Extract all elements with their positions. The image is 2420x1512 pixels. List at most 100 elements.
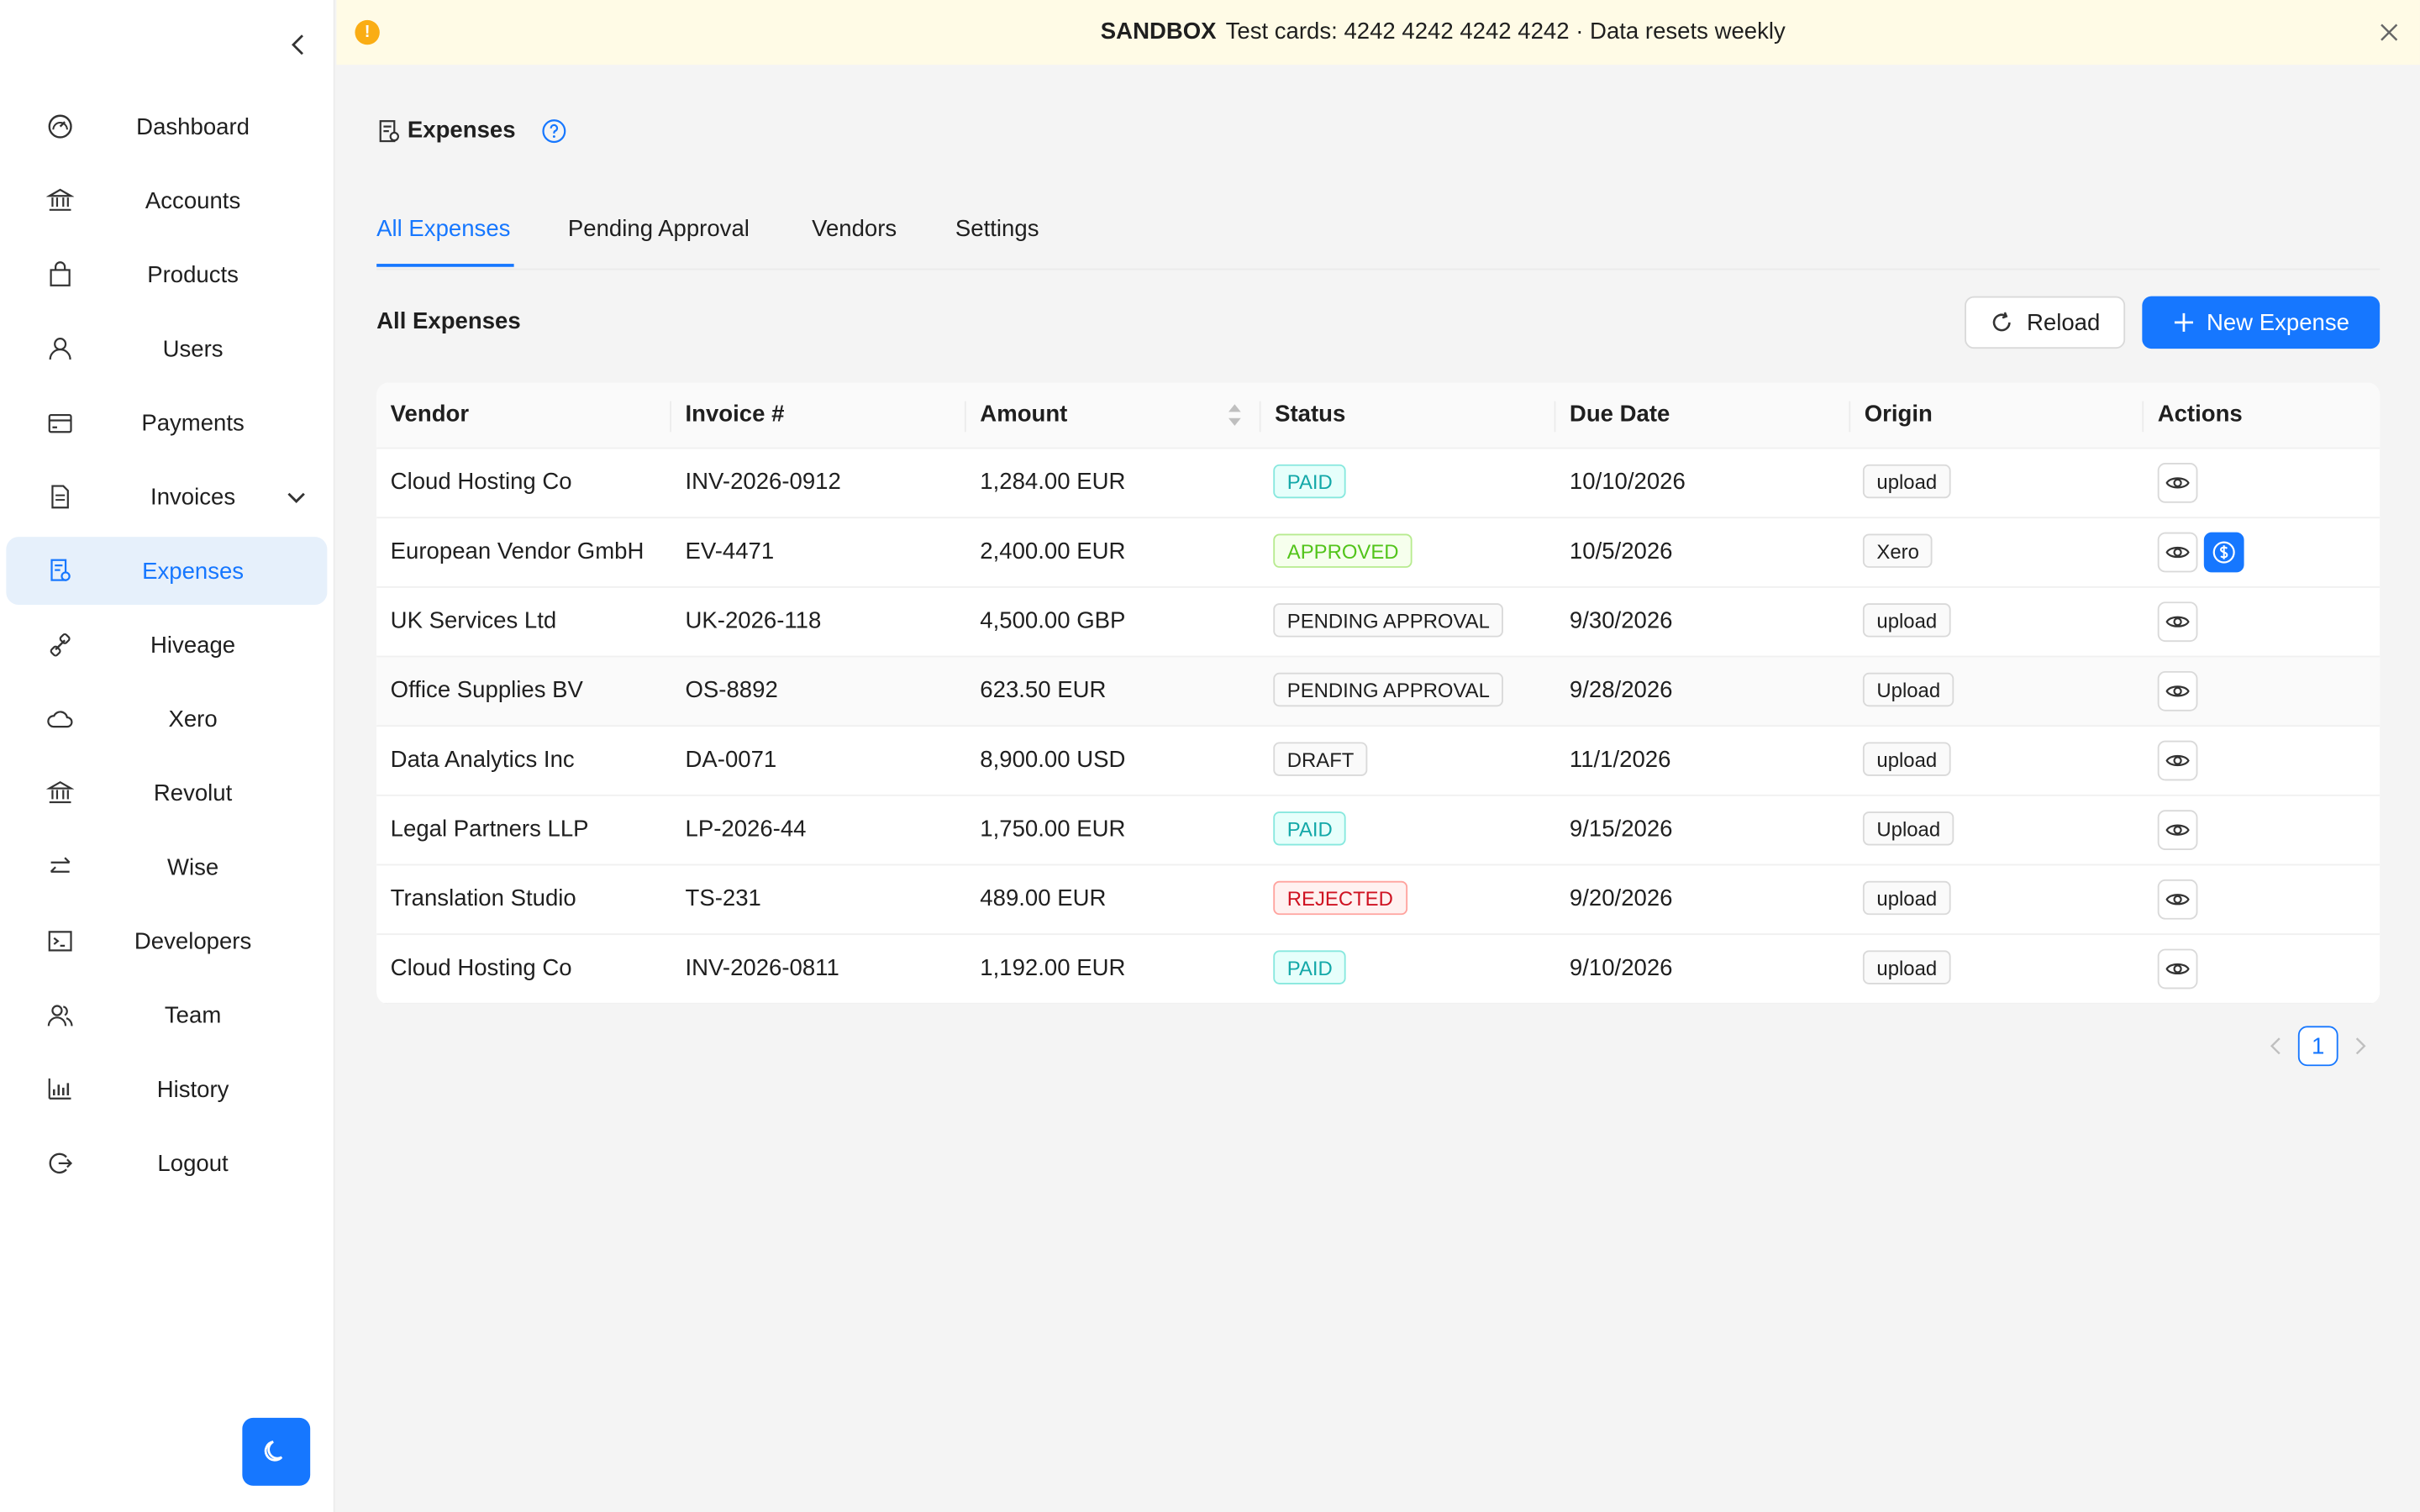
chevron-left-icon xyxy=(292,34,303,55)
credit-card-icon xyxy=(46,409,74,437)
column-separator xyxy=(1259,401,1261,433)
sidebar-item-team[interactable]: Team xyxy=(6,981,327,1049)
document-icon xyxy=(46,483,74,511)
due-date-cell: 9/15/2026 xyxy=(1569,816,1673,843)
page-number[interactable]: 1 xyxy=(2297,1026,2338,1067)
sidebar-item-label: Payments xyxy=(141,409,245,436)
eye-icon xyxy=(2165,546,2190,559)
status-badge: PAID xyxy=(1273,950,1347,984)
sidebar-item-accounts[interactable]: Accounts xyxy=(6,166,327,234)
receipt-icon xyxy=(379,119,399,142)
column-separator xyxy=(670,401,671,433)
sidebar-item-label: Products xyxy=(147,261,239,288)
tab-pending-approval[interactable]: Pending Approval xyxy=(568,216,750,242)
new-expense-button[interactable]: New Expense xyxy=(2142,296,2381,349)
sidebar-item-payments[interactable]: Payments xyxy=(6,389,327,457)
table-row: Office Supplies BV OS-8892 623.50 EUR PENDI… xyxy=(376,657,2381,727)
banner-message: SANDBOX Test cards: 4242 4242 4242 4242 ·… xyxy=(336,18,2420,45)
code-icon xyxy=(46,927,74,955)
bar-chart-icon xyxy=(46,1075,74,1103)
swap-icon xyxy=(46,853,74,881)
origin-tag: Upload xyxy=(1862,672,1954,707)
sidebar-item-label: Revolut xyxy=(153,780,233,806)
banner-text: Test cards: 4242 4242 4242 4242 · Data r… xyxy=(1225,18,1786,45)
view-button[interactable] xyxy=(2157,879,2198,920)
sidebar-item-wise[interactable]: Wise xyxy=(6,833,327,901)
due-date-cell: 11/1/2026 xyxy=(1569,746,1671,774)
team-icon xyxy=(46,1001,74,1029)
column-header-vendor: Vendor xyxy=(390,401,470,428)
sidebar-item-label: Wise xyxy=(166,853,219,880)
sidebar-item-revolut[interactable]: Revolut xyxy=(6,759,327,827)
status-badge: DRAFT xyxy=(1273,742,1368,776)
collapse-sidebar-button[interactable] xyxy=(281,28,314,61)
next-page-icon[interactable] xyxy=(2349,1034,2370,1058)
amount-cell: 1,284.00 EUR xyxy=(980,469,1126,496)
sidebar-item-hiveage[interactable]: Hiveage xyxy=(6,611,327,679)
view-button[interactable] xyxy=(2157,670,2198,711)
sidebar-item-label: History xyxy=(156,1076,229,1103)
due-date-cell: 9/20/2026 xyxy=(1569,885,1673,912)
pagination: 1 xyxy=(2265,1026,2374,1067)
theme-toggle-button[interactable] xyxy=(242,1417,311,1486)
active-tab-indicator xyxy=(376,264,514,267)
sidebar-item-label: Hiveage xyxy=(150,632,236,659)
column-header-amount[interactable]: Amount xyxy=(980,402,1067,428)
vendor-cell: Office Supplies BV xyxy=(390,677,583,704)
table-row: European Vendor GmbH EV-4471 2,400.00 EUR A… xyxy=(376,518,2381,588)
amount-cell: 1,192.00 EUR xyxy=(980,954,1126,982)
tab-settings[interactable]: Settings xyxy=(955,216,1039,242)
vendor-cell: Translation Studio xyxy=(390,885,576,912)
table-row: Data Analytics Inc DA-0071 8,900.00 USD DRA… xyxy=(376,727,2381,796)
column-header-actions: Actions xyxy=(2157,401,2243,428)
table-row: Cloud Hosting Co INV-2026-0912 1,284.00 EU… xyxy=(376,449,2381,519)
new-expense-label: New Expense xyxy=(2206,309,2349,336)
sidebar-item-label: Team xyxy=(164,1001,222,1029)
close-icon xyxy=(2381,24,2398,41)
sort-icon[interactable] xyxy=(1227,402,1242,427)
sandbox-label: SANDBOX xyxy=(1100,18,1217,45)
column-separator xyxy=(1849,401,1851,433)
tab-all-expenses[interactable]: All Expenses xyxy=(376,216,510,242)
chevron-down-icon[interactable] xyxy=(284,485,308,509)
view-button[interactable] xyxy=(2157,740,2198,781)
sidebar-item-history[interactable]: History xyxy=(6,1055,327,1123)
sidebar-item-dashboard[interactable]: Dashboard xyxy=(6,92,327,160)
pay-button[interactable] xyxy=(2203,532,2244,573)
sidebar-item-expenses[interactable]: Expenses xyxy=(6,537,328,605)
sidebar-item-label: Accounts xyxy=(145,187,241,214)
sandbox-banner: ! SANDBOX Test cards: 4242 4242 4242 4242… xyxy=(336,0,2420,66)
table-row: Cloud Hosting Co INV-2026-0811 1,192.00 EU… xyxy=(376,935,2381,1005)
eye-icon xyxy=(2165,685,2190,697)
help-icon[interactable] xyxy=(542,118,566,144)
origin-tag: upload xyxy=(1862,742,1951,776)
sidebar-item-invoices[interactable]: Invoices xyxy=(6,463,327,531)
table-row: Translation Studio TS-231 489.00 EUR REJECT… xyxy=(376,865,2381,936)
view-button[interactable] xyxy=(2157,463,2198,503)
view-button[interactable] xyxy=(2157,810,2198,851)
reload-button[interactable]: Reload xyxy=(1965,296,2126,349)
reload-label: Reload xyxy=(2026,309,2101,336)
vendor-cell: UK Services Ltd xyxy=(390,607,557,634)
sidebar-item-xero[interactable]: Xero xyxy=(6,685,327,753)
reload-icon xyxy=(1993,312,2012,332)
invoice-cell: TS-231 xyxy=(685,885,761,912)
view-button[interactable] xyxy=(2157,532,2198,573)
invoice-cell: UK-2026-118 xyxy=(685,607,822,634)
sidebar-item-users[interactable]: Users xyxy=(6,315,327,383)
sidebar-item-logout[interactable]: Logout xyxy=(6,1129,327,1197)
table-row: Legal Partners LLP LP-2026-44 1,750.00 EUR… xyxy=(376,796,2381,866)
sidebar-item-developers[interactable]: Developers xyxy=(6,907,327,975)
prev-page-icon[interactable] xyxy=(2265,1034,2287,1058)
view-button[interactable] xyxy=(2157,601,2198,643)
due-date-cell: 9/28/2026 xyxy=(1569,677,1673,704)
due-date-cell: 9/30/2026 xyxy=(1569,607,1673,634)
close-banner-button[interactable] xyxy=(2377,20,2402,45)
status-badge: PAID xyxy=(1273,464,1347,499)
cloud-icon xyxy=(46,705,74,732)
amount-cell: 1,750.00 EUR xyxy=(980,816,1126,843)
sidebar-item-products[interactable]: Products xyxy=(6,241,327,309)
view-button[interactable] xyxy=(2157,948,2198,990)
status-badge: APPROVED xyxy=(1273,533,1413,568)
tab-vendors[interactable]: Vendors xyxy=(812,216,897,242)
